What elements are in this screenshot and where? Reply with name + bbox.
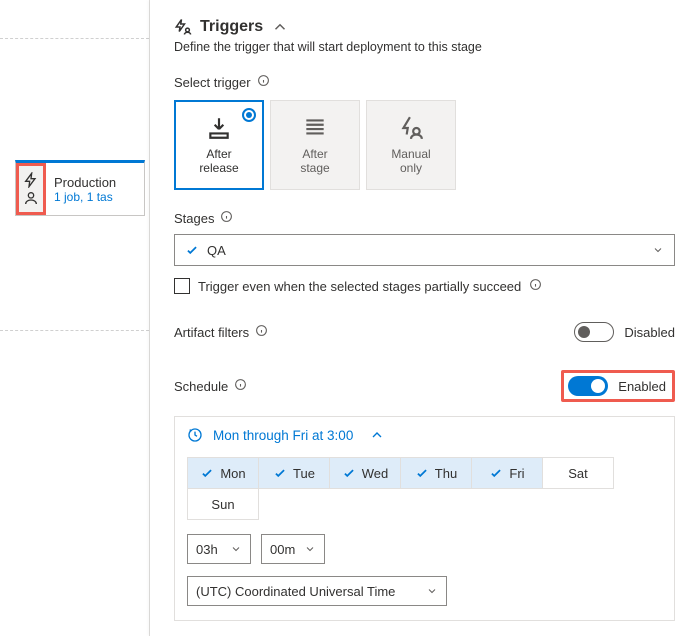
check-icon (342, 466, 356, 480)
radio-selected-icon (242, 108, 256, 122)
artifact-filters-row: Artifact filters Disabled (174, 322, 675, 342)
check-icon (185, 243, 199, 257)
timezone-dropdown[interactable]: (UTC) Coordinated Universal Time (187, 576, 447, 606)
artifact-filters-label: Artifact filters (174, 324, 268, 340)
trigger-label: Manual only (391, 147, 430, 175)
chevron-up-icon (271, 18, 289, 36)
clock-icon (187, 427, 203, 443)
select-trigger-label: Select trigger (174, 74, 675, 90)
chevron-up-icon (369, 427, 385, 443)
schedule-toggle-highlight: Enabled (561, 370, 675, 402)
stage-card-production[interactable]: Production 1 job, 1 tas (15, 160, 145, 216)
schedule-label: Schedule (174, 378, 247, 394)
day-fri[interactable]: Fri (471, 457, 543, 489)
check-icon (273, 466, 287, 480)
schedule-toggle[interactable] (568, 376, 608, 396)
stage-jobs-link[interactable]: 1 job, 1 tas (54, 190, 116, 204)
panel-header[interactable]: Triggers (174, 18, 675, 36)
hour-dropdown[interactable]: 03h (187, 534, 251, 564)
chevron-down-icon (230, 543, 242, 555)
trigger-after-release[interactable]: After release (174, 100, 264, 190)
info-icon[interactable] (255, 324, 268, 340)
partial-succeed-checkbox[interactable] (174, 278, 190, 294)
partial-succeed-row: Trigger even when the selected stages pa… (174, 278, 675, 294)
divider (0, 38, 149, 39)
left-pane: Production 1 job, 1 tas (0, 0, 150, 636)
schedule-summary[interactable]: Mon through Fri at 3:00 (187, 427, 662, 443)
artifact-filters-toggle[interactable] (574, 322, 614, 342)
trigger-label: After stage (300, 147, 329, 175)
schedule-status: Enabled (618, 379, 666, 394)
day-mon[interactable]: Mon (187, 457, 259, 489)
stages-icon (302, 115, 328, 141)
stage-text: Production 1 job, 1 tas (46, 163, 124, 215)
stage-triggers-button[interactable] (16, 163, 46, 215)
divider (0, 330, 149, 331)
chevron-down-icon (652, 244, 664, 256)
panel-subtitle: Define the trigger that will start deplo… (174, 40, 675, 54)
time-row: 03h 00m (187, 534, 662, 564)
chevron-down-icon (304, 543, 316, 555)
trigger-manual-only[interactable]: Manual only (366, 100, 456, 190)
day-thu[interactable]: Thu (400, 457, 472, 489)
manual-icon (398, 115, 424, 141)
lightning-user-icon (174, 18, 192, 36)
schedule-editor: Mon through Fri at 3:00 Mon Tue Wed Thu … (174, 416, 675, 621)
day-sat[interactable]: Sat (542, 457, 614, 489)
check-icon (489, 466, 503, 480)
trigger-after-stage[interactable]: After stage (270, 100, 360, 190)
trigger-label: After release (199, 147, 238, 175)
check-icon (200, 466, 214, 480)
info-icon[interactable] (220, 210, 233, 226)
partial-succeed-label: Trigger even when the selected stages pa… (198, 279, 521, 294)
day-wed[interactable]: Wed (329, 457, 401, 489)
day-sun[interactable]: Sun (187, 488, 259, 520)
trigger-cards: After release After stage Manual only (174, 100, 675, 190)
info-icon[interactable] (529, 278, 542, 294)
chevron-down-icon (426, 585, 438, 597)
info-icon[interactable] (257, 74, 270, 90)
info-icon[interactable] (234, 378, 247, 394)
minute-dropdown[interactable]: 00m (261, 534, 325, 564)
check-icon (415, 466, 429, 480)
day-picker: Mon Tue Wed Thu Fri Sat Sun (187, 457, 662, 520)
stage-name: Production (54, 175, 116, 190)
schedule-row: Schedule Enabled (174, 370, 675, 402)
stages-value: QA (207, 243, 226, 258)
stages-dropdown[interactable]: QA (174, 234, 675, 266)
user-icon (23, 190, 39, 206)
panel-title: Triggers (200, 18, 263, 36)
schedule-summary-text: Mon through Fri at 3:00 (213, 428, 353, 443)
stages-label: Stages (174, 210, 675, 226)
triggers-panel: Triggers Define the trigger that will st… (150, 0, 699, 636)
download-icon (206, 115, 232, 141)
lightning-icon (23, 172, 39, 188)
artifact-filters-status: Disabled (624, 325, 675, 340)
day-tue[interactable]: Tue (258, 457, 330, 489)
